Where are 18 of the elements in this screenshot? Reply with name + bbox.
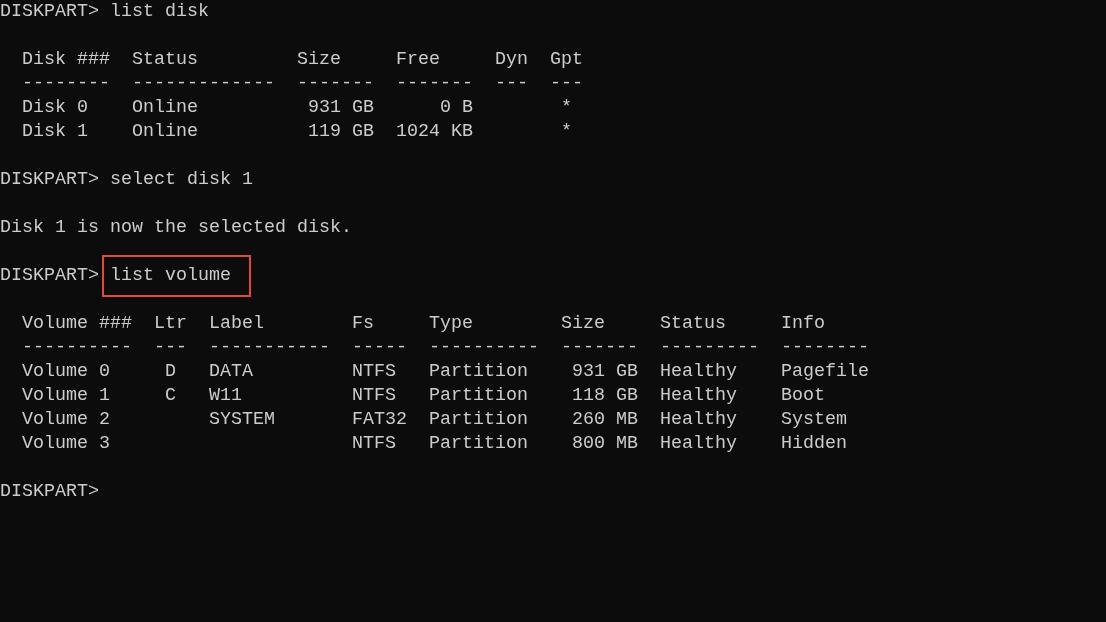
output-line: ---------- --- ----------- ----- ---------- ------- --------- --------	[21, 336, 869, 360]
output-line: -------- ------------- ------- ------- --- ---	[21, 72, 583, 96]
output-line: Volume 0 D DATA NTFS Partition 931 GB Healthy Pagefile	[21, 360, 869, 384]
prompt-text: DISKPART>	[0, 480, 99, 504]
output-line: Volume 1 C W11 NTFS Partition 118 GB Healthy Boot	[21, 384, 825, 408]
command-text: list disk	[110, 0, 209, 24]
output-line: Disk ### Status Size Free Dyn Gpt	[21, 48, 583, 72]
output-line: Disk 1 Online 119 GB 1024 KB *	[21, 120, 572, 144]
output-line: Disk 0 Online 931 GB 0 B *	[21, 96, 572, 120]
output-line: Disk 1 is now the selected disk.	[0, 216, 352, 240]
output-line: Volume ### Ltr Label Fs Type Size Status Info	[21, 312, 825, 336]
highlighted-command: list volume	[102, 255, 251, 297]
prompt-text: DISKPART>	[0, 264, 100, 288]
prompt-text: DISKPART>	[0, 168, 100, 192]
output-line: Volume 2 SYSTEM FAT32 Partition 260 MB Healthy System	[21, 408, 847, 432]
prompt-text: DISKPART>	[0, 0, 100, 24]
command-text: select disk 1	[110, 168, 253, 192]
output-line: Volume 3 NTFS Partition 800 MB Healthy Hidden	[21, 432, 847, 456]
